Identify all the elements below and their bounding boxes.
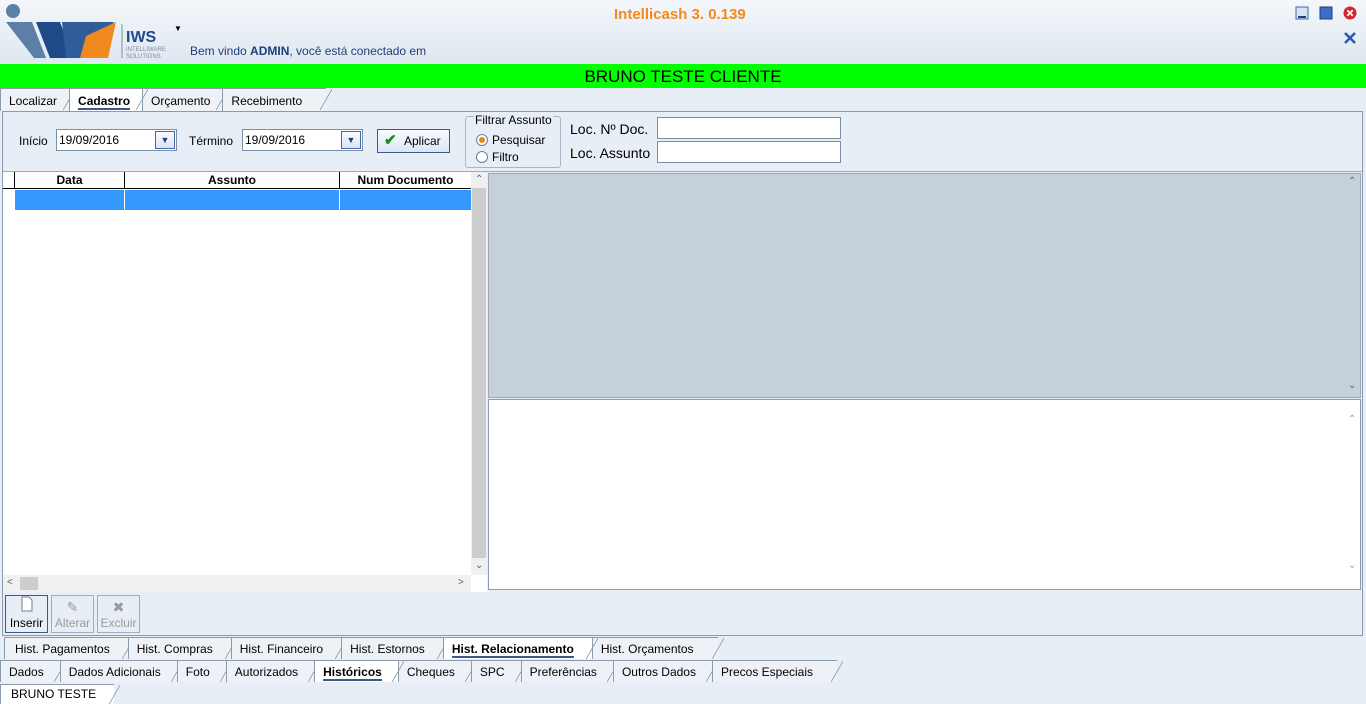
apply-button[interactable]: ✔ Aplicar — [377, 129, 450, 153]
top-tabs: Localizar Cadastro Orçamento Recebimento — [0, 88, 332, 111]
grid-vertical-scrollbar[interactable]: ⌃ ⌄ — [471, 172, 487, 575]
cell-data — [15, 190, 125, 210]
tab-cadastro[interactable]: Cadastro — [69, 88, 149, 111]
radio-empty-icon — [476, 151, 488, 163]
filter-area: Início 19/09/2016 ▼ Término 19/09/2016 ▼… — [3, 112, 1362, 172]
cell-assunto — [125, 190, 340, 210]
welcome-text: Bem vindo ADMIN, você está conectado em — [190, 44, 427, 58]
end-date-field[interactable]: 19/09/2016 ▼ — [242, 129, 363, 151]
tab-autorizados[interactable]: Autorizados — [225, 660, 321, 682]
column-num-documento[interactable]: Num Documento — [340, 172, 471, 188]
detail-preview-pane[interactable]: ⌃ ⌄ — [488, 173, 1361, 398]
pencil-icon: ✎ — [66, 599, 79, 615]
pane-vertical-scrollbar[interactable]: ⌃ ⌄ — [1344, 400, 1360, 589]
svg-text:IWS: IWS — [126, 29, 157, 46]
history-tabs: Hist. Pagamentos Hist. Compras Hist. Fin… — [4, 637, 724, 659]
scroll-left-icon[interactable]: < — [7, 577, 13, 588]
tab-hist-compras[interactable]: Hist. Compras — [127, 637, 237, 659]
cell-num-documento — [340, 190, 471, 210]
tab-dados-adicionais[interactable]: Dados Adicionais — [59, 660, 183, 682]
close-form-icon[interactable] — [1343, 31, 1357, 45]
new-document-icon — [6, 596, 47, 616]
doc-number-label: Loc. Nº Doc. — [570, 121, 649, 137]
tab-spc[interactable]: SPC — [470, 660, 527, 682]
tab-hist-relacionamento[interactable]: Hist. Relacionamento — [442, 637, 598, 659]
scroll-right-icon[interactable]: > — [458, 577, 464, 588]
app-title: Intellicash 3. 0.139 — [614, 6, 746, 23]
scroll-thumb[interactable] — [472, 188, 486, 558]
customer-name-bar: BRUNO TESTE CLIENTE — [0, 64, 1366, 88]
tab-hist-orcamentos[interactable]: Hist. Orçamentos — [591, 637, 724, 659]
end-date-label: Término — [189, 134, 234, 148]
chevron-down-icon[interactable]: ▼ — [174, 24, 182, 33]
filter-subject-group: Filtrar Assunto Pesquisar Filtro — [465, 113, 561, 168]
doc-number-input[interactable] — [657, 117, 841, 139]
history-grid[interactable]: Data Assunto Num Documento ⌃ ⌄ < > — [3, 172, 487, 592]
radio-pesquisar[interactable]: Pesquisar — [476, 133, 545, 147]
maximize-icon[interactable] — [1319, 6, 1333, 20]
dropdown-icon[interactable]: ▼ — [155, 131, 175, 149]
tab-localizar[interactable]: Localizar — [0, 88, 76, 111]
tab-recebimento[interactable]: Recebimento — [222, 88, 332, 111]
tab-orcamento[interactable]: Orçamento — [142, 88, 229, 111]
scroll-down-icon[interactable]: ⌄ — [475, 560, 483, 571]
filter-subject-label: Filtrar Assunto — [474, 113, 553, 127]
dropdown-icon[interactable]: ▼ — [341, 131, 361, 149]
insert-button[interactable]: Inserir — [5, 595, 48, 633]
tab-hist-estornos[interactable]: Hist. Estornos — [341, 637, 449, 659]
open-customer-tabs: BRUNO TESTE — [0, 684, 121, 704]
iws-logo: IWS INTELLIWARE SOLUTIONS — [4, 2, 184, 60]
tab-preferencias[interactable]: Preferências — [520, 660, 620, 682]
close-icon[interactable] — [1343, 6, 1357, 20]
tab-dados[interactable]: Dados — [0, 660, 66, 682]
tab-outros-dados[interactable]: Outros Dados — [612, 660, 719, 682]
svg-text:SOLUTIONS: SOLUTIONS — [126, 54, 161, 60]
tab-customer-bruno-teste[interactable]: BRUNO TESTE — [0, 684, 121, 704]
grid-header: Data Assunto Num Documento — [3, 172, 471, 189]
tab-foto[interactable]: Foto — [176, 660, 232, 682]
radio-filtro[interactable]: Filtro — [476, 150, 519, 164]
delete-icon: ✖ — [112, 599, 125, 615]
column-assunto[interactable]: Assunto — [125, 172, 340, 188]
tab-hist-financeiro[interactable]: Hist. Financeiro — [230, 637, 348, 659]
edit-button[interactable]: ✎ Alterar — [51, 595, 94, 633]
subject-label: Loc. Assunto — [570, 145, 651, 161]
check-icon: ✔ — [384, 132, 397, 149]
tab-precos-especiais[interactable]: Precos Especiais — [711, 660, 844, 682]
start-date-label: Início — [19, 134, 48, 148]
scroll-up-icon[interactable]: ⌃ — [475, 174, 483, 185]
subject-input[interactable] — [657, 141, 841, 163]
scroll-down-icon[interactable]: ⌄ — [1348, 380, 1356, 391]
table-row[interactable] — [3, 190, 471, 210]
tab-historicos[interactable]: Históricos — [314, 660, 404, 682]
tab-hist-pagamentos[interactable]: Hist. Pagamentos — [4, 637, 134, 659]
radio-selected-icon — [476, 134, 488, 146]
delete-button[interactable]: ✖ Excluir — [97, 595, 140, 633]
column-data[interactable]: Data — [15, 172, 125, 188]
scroll-up-icon[interactable]: ⌃ — [1348, 414, 1356, 425]
scroll-up-icon[interactable]: ⌃ — [1348, 176, 1356, 187]
customer-section-tabs: Dados Dados Adicionais Foto Autorizados … — [0, 660, 844, 682]
scroll-down-icon[interactable]: ⌄ — [1348, 560, 1356, 571]
minimize-icon[interactable] — [1295, 6, 1309, 20]
detail-text-pane[interactable]: ⌃ ⌄ — [488, 399, 1361, 590]
pane-vertical-scrollbar[interactable]: ⌃ ⌄ — [1344, 174, 1360, 397]
start-date-field[interactable]: 19/09/2016 ▼ — [56, 129, 177, 151]
scroll-thumb[interactable] — [20, 577, 38, 590]
app-header: IWS INTELLIWARE SOLUTIONS ▼ Intellicash … — [0, 0, 1366, 64]
svg-text:INTELLIWARE: INTELLIWARE — [126, 47, 166, 53]
tab-cheques[interactable]: Cheques — [397, 660, 477, 682]
grid-horizontal-scrollbar[interactable]: < > — [3, 575, 471, 592]
main-panel: Início 19/09/2016 ▼ Término 19/09/2016 ▼… — [2, 111, 1363, 636]
